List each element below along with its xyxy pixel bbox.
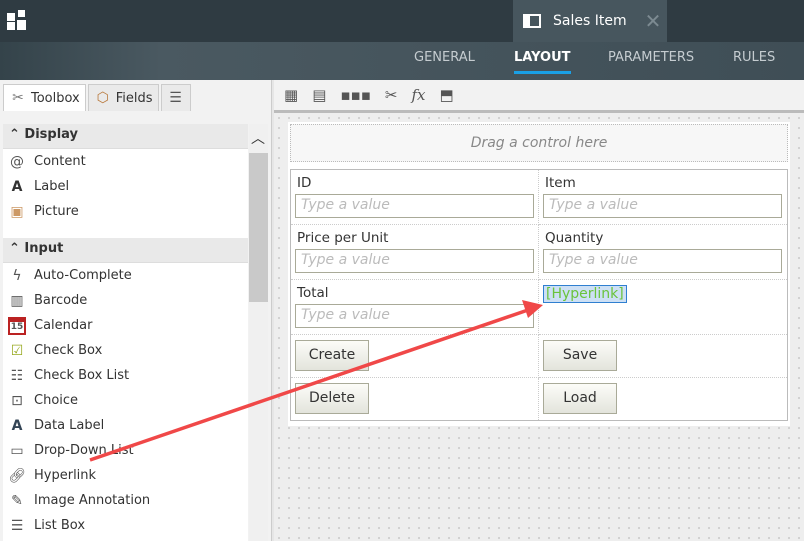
annotation-arrow [89, 300, 543, 462]
